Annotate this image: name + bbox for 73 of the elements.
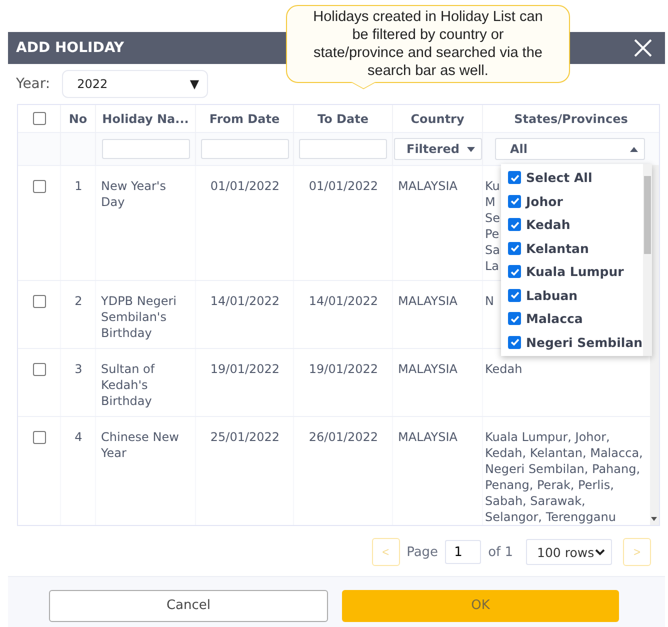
table-cell: Sultan of Kedah's Birthday <box>101 362 155 408</box>
scrollbar[interactable] <box>642 164 652 356</box>
table-cell: 3 <box>74 362 82 376</box>
table-cell: MALAYSIA <box>398 179 458 193</box>
checkbox[interactable] <box>508 218 521 232</box>
table-cell: 01/01/2022 <box>210 179 280 193</box>
table-cell: MALAYSIA <box>398 362 458 376</box>
filter-input[interactable] <box>102 139 190 159</box>
table-cell: 2 <box>74 294 82 308</box>
checkbox[interactable] <box>508 312 521 326</box>
dropdown-option[interactable]: Negeri Sembilan <box>501 330 643 354</box>
column-header[interactable]: Holiday Na... <box>102 112 189 126</box>
table-cell: MALAYSIA <box>398 294 458 308</box>
checkbox[interactable] <box>33 431 46 444</box>
table-cell: 14/01/2022 <box>308 294 378 308</box>
table-cell: 25/01/2022 <box>210 430 280 444</box>
page-label: Page <box>406 544 438 560</box>
rows-per-page-select[interactable]: 100 rows <box>526 539 612 565</box>
dropdown-option[interactable]: Select All <box>501 166 643 190</box>
filter-input[interactable] <box>200 139 288 159</box>
column-header[interactable]: Country <box>410 112 464 126</box>
table-cell: Se <box>485 210 500 226</box>
table-cell: 14/01/2022 <box>210 294 280 308</box>
table-cell: La <box>485 258 500 274</box>
checkbox[interactable] <box>508 336 521 349</box>
close-icon[interactable] <box>633 38 653 58</box>
table-cell: YDPB Negeri Sembilan's Birthday <box>101 294 176 340</box>
page-count: of 1 <box>488 544 513 560</box>
country-filter[interactable]: Filtered <box>394 138 482 160</box>
dropdown-option[interactable]: Malacca <box>501 307 643 330</box>
table-cell: 01/01/2022 <box>308 179 378 193</box>
chevron-down-icon <box>595 548 605 556</box>
table-cell: 4 <box>74 430 82 444</box>
column-header[interactable]: From Date <box>209 112 280 126</box>
tooltip-text: Holidays created in Holiday List can be filtered by country or state/province and searched via the search bar as well. <box>312 8 544 80</box>
table-cell: 1 <box>74 179 82 193</box>
table-cell: MALAYSIA <box>398 430 458 444</box>
checkbox[interactable] <box>508 265 521 278</box>
column-header[interactable]: States/Provinces <box>514 112 628 126</box>
dropdown-option[interactable]: Kedah <box>501 213 643 236</box>
table-cell: Chinese New Year <box>101 430 179 460</box>
checkbox[interactable] <box>508 171 521 184</box>
table-cell: Kedah <box>485 361 522 377</box>
checkbox[interactable] <box>508 194 521 208</box>
page-input[interactable]: 1 <box>445 540 482 564</box>
checkbox[interactable] <box>33 363 46 376</box>
cancel-button[interactable]: Cancel <box>49 590 328 622</box>
table-cell: Kuala Lumpur, Johor, Kedah, Kelantan, Malacca, Negeri Sembilan, Pahang, Penang, Perak, Perlis, Sabah, Sarawak, Selangor, Terengganu <box>485 429 644 525</box>
table-cell: 19/01/2022 <box>210 362 280 376</box>
filter-input[interactable] <box>299 139 387 159</box>
dropdown-option[interactable]: Kuala Lumpur <box>501 260 643 284</box>
table-cell: Pe <box>485 226 500 242</box>
year-label: Year: <box>16 76 50 92</box>
table-cell: M <box>485 194 496 210</box>
dialog-title: ADD HOLIDAY <box>16 40 124 56</box>
dropdown-option[interactable]: Kelantan <box>501 236 643 260</box>
checkbox[interactable] <box>33 295 46 308</box>
checkbox[interactable] <box>508 242 521 255</box>
checkbox[interactable] <box>32 112 46 125</box>
table-cell: Sa <box>485 242 500 258</box>
column-header[interactable]: To Date <box>318 112 368 126</box>
year-select[interactable]: 2022 ▼ <box>62 70 208 98</box>
checkbox[interactable] <box>508 288 521 302</box>
column-header[interactable]: No <box>68 112 88 126</box>
states-filter[interactable]: All <box>495 138 645 160</box>
table-cell: 19/01/2022 <box>308 362 378 376</box>
dropdown-option[interactable]: Labuan <box>501 284 643 307</box>
checkbox[interactable] <box>33 180 46 193</box>
table-cell: N <box>485 293 494 309</box>
table-cell: New Year's Day <box>101 179 166 209</box>
dropdown-option[interactable]: Johor <box>501 190 643 213</box>
table-cell: 26/01/2022 <box>308 430 378 444</box>
table-cell: Ku <box>485 178 500 194</box>
